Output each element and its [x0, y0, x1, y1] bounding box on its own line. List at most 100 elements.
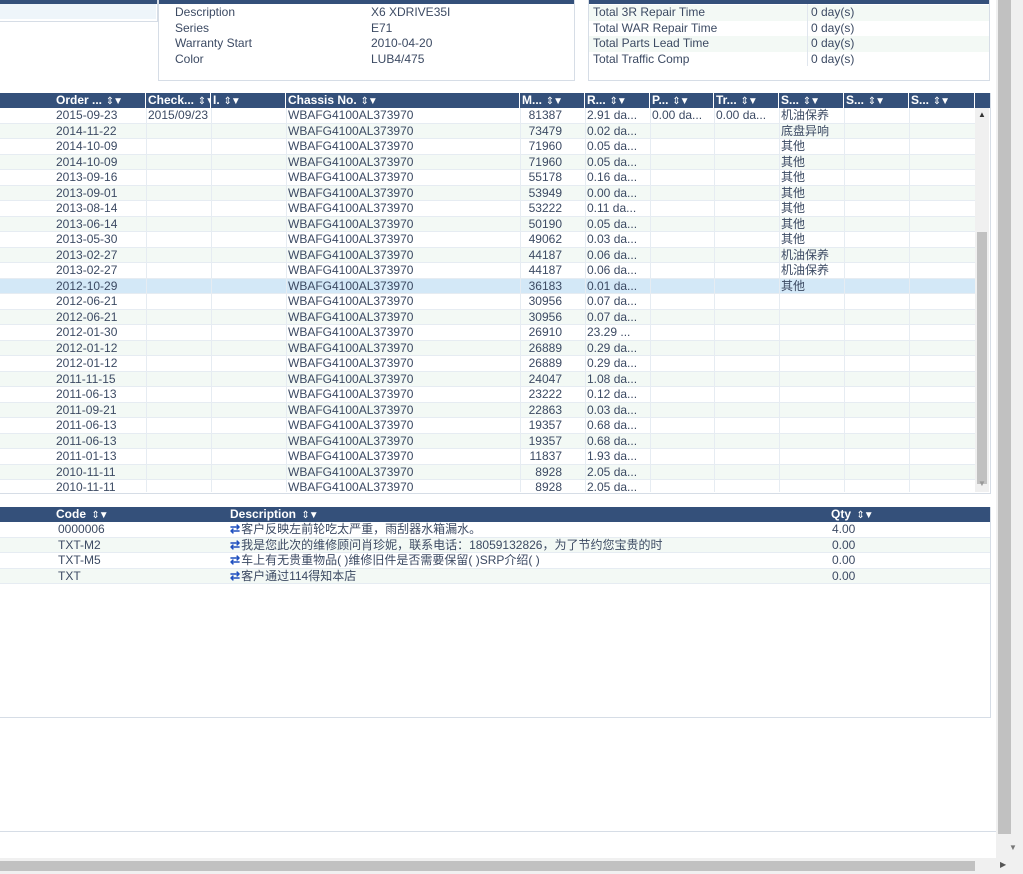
- table-cell: [781, 403, 843, 418]
- table-row[interactable]: 2011-06-13 WBAFG4100AL373970 23222 0.12 da.…: [0, 387, 975, 403]
- swap-arrows-icon[interactable]: ⇄: [230, 553, 240, 567]
- orders-col-header[interactable]: Check... ⇕▼: [146, 93, 211, 108]
- column-divider: [909, 433, 910, 448]
- sort-filter-icon[interactable]: ⇕▼: [608, 96, 626, 107]
- table-row[interactable]: 2011-06-13 WBAFG4100AL373970 19357 0.68 da.…: [0, 433, 975, 449]
- orders-col-header[interactable]: S... ⇕▼: [844, 93, 909, 108]
- table-row[interactable]: 2010-11-11 WBAFG4100AL373970 8928 2.05 da..…: [0, 480, 975, 492]
- column-divider: [650, 294, 651, 309]
- column-divider: [779, 325, 780, 340]
- scroll-right-arrow-icon[interactable]: ▶: [1000, 860, 1006, 869]
- table-cell: 44187: [528, 263, 562, 277]
- swap-arrows-icon[interactable]: ⇄: [230, 569, 240, 583]
- column-divider: [779, 232, 780, 247]
- orders-col-header[interactable]: M... ⇕▼: [520, 93, 585, 108]
- sort-filter-icon[interactable]: ⇕▼: [670, 96, 689, 107]
- sort-icon[interactable]: ⇕▼: [301, 510, 318, 521]
- orders-grid-scrollbar[interactable]: ▲ ▼: [975, 108, 989, 492]
- sort-icon[interactable]: ⇕▼: [856, 510, 873, 521]
- sort-filter-icon[interactable]: ⇕▼: [359, 96, 377, 107]
- table-cell: [213, 372, 285, 387]
- orders-grid-scroll-thumb[interactable]: [977, 232, 987, 484]
- orders-col-header[interactable]: Order ... ⇕▼: [54, 93, 146, 108]
- detail-row[interactable]: TXT-M2 ⇄我是您此次的维修顾问肖珍妮，联系电话：18059132826，为了…: [0, 537, 990, 553]
- orders-col-header[interactable]: P... ⇕▼: [650, 93, 714, 108]
- column-divider: [909, 449, 910, 464]
- scroll-up-arrow-icon[interactable]: ▲: [978, 110, 986, 119]
- detail-grid: Code ⇕▼ Description ⇕▼ Qty ⇕▼ 0000006 ⇄客户…: [0, 507, 991, 718]
- table-cell: [213, 170, 285, 185]
- sort-icon[interactable]: ⇕▼: [91, 510, 108, 521]
- table-row[interactable]: 2013-06-14 WBAFG4100AL373970 50190 0.05 da.…: [0, 216, 975, 232]
- column-divider: [779, 418, 780, 433]
- swap-arrows-icon[interactable]: ⇄: [230, 522, 240, 536]
- orders-col-header[interactable]: S... ⇕▼: [909, 93, 975, 108]
- table-row[interactable]: 2015-09-23 2015/09/23 WBAFG4100AL373970 813…: [0, 108, 975, 124]
- sort-filter-icon[interactable]: ⇕▼: [866, 96, 885, 107]
- page-horizontal-scroll-thumb[interactable]: [0, 861, 975, 871]
- table-row[interactable]: 2013-02-27 WBAFG4100AL373970 44187 0.06 da.…: [0, 247, 975, 263]
- column-divider: [585, 232, 586, 247]
- table-row[interactable]: 2012-01-12 WBAFG4100AL373970 26889 0.29 da.…: [0, 356, 975, 372]
- sort-filter-icon[interactable]: ⇕▼: [739, 96, 757, 107]
- table-cell: [148, 139, 210, 154]
- table-row[interactable]: 2011-01-13 WBAFG4100AL373970 11837 1.93 da.…: [0, 449, 975, 465]
- table-row[interactable]: 2012-06-21 WBAFG4100AL373970 30956 0.07 da.…: [0, 309, 975, 325]
- orders-col-header[interactable]: Chassis No. ⇕▼: [286, 93, 520, 108]
- table-row[interactable]: 2014-10-09 WBAFG4100AL373970 71960 0.05 da.…: [0, 139, 975, 155]
- scroll-down-arrow-icon[interactable]: ▼: [978, 479, 986, 488]
- table-cell: [846, 434, 908, 449]
- column-divider: [520, 464, 521, 479]
- table-row[interactable]: 2014-10-09 WBAFG4100AL373970 71960 0.05 da.…: [0, 154, 975, 170]
- scroll-down-arrow-icon[interactable]: ▼: [1009, 843, 1017, 852]
- table-cell: [652, 325, 713, 340]
- table-cell: [716, 170, 778, 185]
- table-row[interactable]: 2011-09-21 WBAFG4100AL373970 22863 0.03 da.…: [0, 402, 975, 418]
- page-horizontal-scrollbar[interactable]: ▶: [0, 858, 1023, 874]
- table-row[interactable]: 2013-08-14 WBAFG4100AL373970 53222 0.11 da.…: [0, 201, 975, 217]
- table-row[interactable]: 2012-01-30 WBAFG4100AL373970 26910 23.29 ..…: [0, 325, 975, 341]
- table-row[interactable]: 2011-06-13 WBAFG4100AL373970 19357 0.68 da.…: [0, 418, 975, 434]
- orders-col-header[interactable]: Tr... ⇕▼: [714, 93, 779, 108]
- detail-col-code[interactable]: Code ⇕▼: [54, 507, 230, 522]
- page-vertical-scrollbar[interactable]: ▼: [996, 0, 1023, 858]
- sort-filter-icon[interactable]: ⇕▼: [196, 96, 210, 107]
- orders-grid-body[interactable]: 2015-09-23 2015/09/23 WBAFG4100AL373970 813…: [0, 108, 975, 492]
- orders-col-header[interactable]: I. ⇕▼: [211, 93, 286, 108]
- page-vertical-scroll-thumb[interactable]: [998, 0, 1011, 834]
- detail-col-qty[interactable]: Qty ⇕▼: [829, 507, 979, 522]
- table-row[interactable]: 2012-10-29 WBAFG4100AL373970 36183 0.01 da.…: [0, 278, 975, 294]
- detail-grid-body[interactable]: 0000006 ⇄客户反映左前轮吃太严重，雨刮器水箱漏水。 4.00 TXT-M2 ⇄我…: [0, 522, 990, 716]
- table-row[interactable]: 2013-09-16 WBAFG4100AL373970 55178 0.16 da.…: [0, 170, 975, 186]
- detail-row[interactable]: 0000006 ⇄客户反映左前轮吃太严重，雨刮器水箱漏水。 4.00: [0, 522, 990, 538]
- column-divider: [585, 449, 586, 464]
- detail-row[interactable]: TXT-M5 ⇄车上有无贵重物品( )维修旧件是否需要保留( )SRP介绍( ) 0…: [0, 553, 990, 569]
- table-cell: 8928: [535, 480, 562, 492]
- table-row[interactable]: 2013-09-01 WBAFG4100AL373970 53949 0.00 da.…: [0, 185, 975, 201]
- table-cell: 2012-10-29: [56, 278, 118, 293]
- detail-row[interactable]: TXT ⇄客户通过114得知本店 0.00: [0, 568, 990, 584]
- sort-filter-icon[interactable]: ⇕▼: [104, 96, 123, 107]
- table-row[interactable]: 2012-06-21 WBAFG4100AL373970 30956 0.07 da.…: [0, 294, 975, 310]
- orders-col-header[interactable]: S... ⇕▼: [779, 93, 844, 108]
- sort-filter-icon[interactable]: ⇕▼: [222, 96, 240, 107]
- table-cell: 26889: [528, 340, 562, 355]
- column-divider: [844, 418, 845, 433]
- column-divider: [909, 294, 910, 309]
- table-row[interactable]: 2010-11-11 WBAFG4100AL373970 8928 2.05 da..…: [0, 464, 975, 480]
- orders-col-header[interactable]: R... ⇕▼: [585, 93, 650, 108]
- detail-col-description[interactable]: Description ⇕▼: [228, 507, 828, 522]
- swap-arrows-icon[interactable]: ⇄: [230, 538, 240, 552]
- column-divider: [286, 108, 287, 123]
- table-row[interactable]: 2013-02-27 WBAFG4100AL373970 44187 0.06 da.…: [0, 263, 975, 279]
- table-row[interactable]: 2012-01-12 WBAFG4100AL373970 26889 0.29 da.…: [0, 340, 975, 356]
- sort-filter-icon[interactable]: ⇕▼: [544, 96, 563, 107]
- sort-filter-icon[interactable]: ⇕▼: [801, 96, 820, 107]
- table-row[interactable]: 2014-11-22 WBAFG4100AL373970 73479 0.02 da.…: [0, 123, 975, 139]
- column-divider: [146, 449, 147, 464]
- table-cell: 23222: [528, 387, 562, 401]
- table-row[interactable]: 2013-05-30 WBAFG4100AL373970 49062 0.03 da.…: [0, 232, 975, 248]
- table-row[interactable]: 2011-11-15 WBAFG4100AL373970 24047 1.08 da.…: [0, 371, 975, 387]
- sort-filter-icon[interactable]: ⇕▼: [931, 96, 950, 107]
- table-cell: 53222: [528, 201, 562, 215]
